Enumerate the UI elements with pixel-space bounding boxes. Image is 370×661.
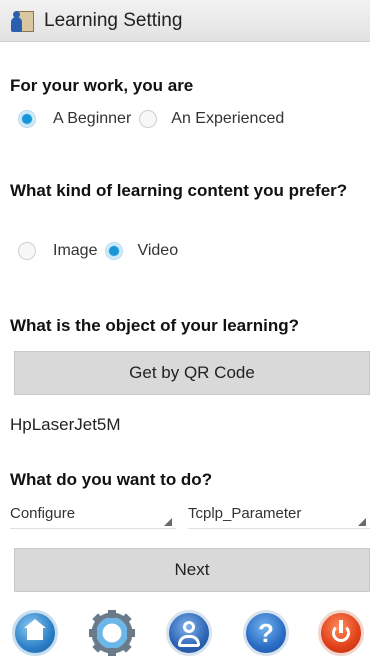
power-icon[interactable] (318, 610, 364, 656)
learning-object-value: HpLaserJet5M (10, 415, 121, 434)
radio-video-label[interactable]: Video (137, 242, 178, 260)
action-dropdown[interactable]: Configure (10, 503, 176, 529)
settings-gear-icon[interactable] (89, 610, 135, 656)
content-type-radio-group: Image Video (18, 242, 186, 260)
work-level-question: For your work, you are (10, 76, 194, 95)
radio-beginner-label[interactable]: A Beginner (53, 110, 131, 128)
radio-beginner[interactable] (18, 110, 36, 128)
radio-video[interactable] (105, 242, 124, 260)
dropdown-arrow-icon (358, 518, 366, 526)
get-by-qr-code-button[interactable]: Get by QR Code (14, 351, 370, 395)
home-icon[interactable] (12, 610, 58, 656)
dropdown-arrow-icon (164, 518, 172, 526)
task-question: What do you want to do? (10, 470, 213, 489)
content-type-question: What kind of learning content you prefer… (10, 181, 348, 200)
window-title: Learning Setting (44, 9, 183, 31)
work-level-radio-group: A Beginner An Experienced (18, 110, 292, 128)
parameter-dropdown[interactable]: Tcplp_Parameter (188, 503, 370, 529)
radio-experienced-label[interactable]: An Experienced (171, 110, 284, 128)
help-icon[interactable]: ? (243, 610, 289, 656)
parameter-dropdown-value: Tcplp_Parameter (188, 505, 302, 522)
title-bar: Learning Setting (0, 0, 370, 42)
action-dropdown-value: Configure (10, 505, 76, 522)
learning-app-icon (10, 8, 36, 34)
radio-image-label[interactable]: Image (53, 242, 97, 260)
user-profile-icon[interactable] (166, 610, 212, 656)
next-button[interactable]: Next (14, 548, 370, 592)
radio-image[interactable] (18, 242, 36, 260)
learning-object-question: What is the object of your learning? (10, 316, 300, 335)
bottom-toolbar: ? (0, 602, 370, 661)
radio-experienced[interactable] (139, 110, 158, 128)
